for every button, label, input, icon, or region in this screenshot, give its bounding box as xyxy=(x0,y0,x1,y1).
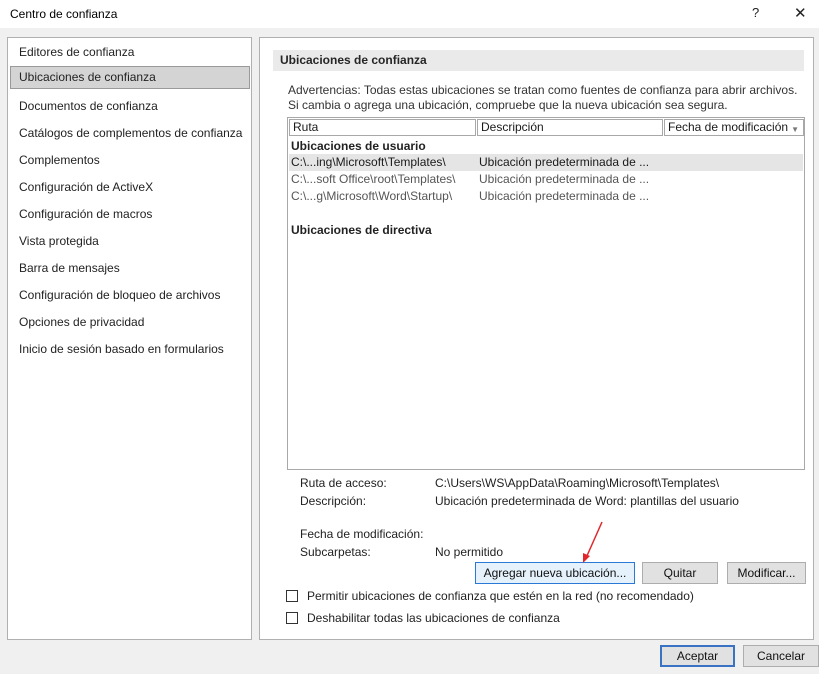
row-path: C:\...ing\Microsoft\Templates\ xyxy=(291,155,446,169)
row-path: C:\...g\Microsoft\Word\Startup\ xyxy=(291,189,453,203)
remove-button[interactable]: Quitar xyxy=(642,562,718,584)
sidebar-item-privacidad[interactable]: Opciones de privacidad xyxy=(19,315,144,329)
modified-label: Fecha de modificación: xyxy=(300,527,424,541)
description-value: Ubicación predeterminada de Word: planti… xyxy=(435,494,739,508)
help-icon[interactable]: ? xyxy=(752,5,759,20)
group-user-locations: Ubicaciones de usuario xyxy=(291,139,426,153)
row-description: Ubicación predeterminada de ... xyxy=(479,189,650,203)
sidebar-item-inicio-sesion[interactable]: Inicio de sesión basado en formularios xyxy=(19,342,224,356)
list-item[interactable]: C:\...ing\Microsoft\Templates\ Ubicación… xyxy=(289,154,803,171)
window-title: Centro de confianza xyxy=(10,7,118,21)
locations-list[interactable]: Ruta Descripción Fecha de modificación ▼… xyxy=(287,117,805,470)
disable-all-checkbox[interactable] xyxy=(286,612,298,624)
sidebar-item-bloqueo-archivos[interactable]: Configuración de bloqueo de archivos xyxy=(19,288,220,302)
sidebar-item-macros[interactable]: Configuración de macros xyxy=(19,207,152,221)
main-panel: Ubicaciones de confianza Advertencias: T… xyxy=(259,37,814,640)
sidebar-item-ubicaciones[interactable]: Ubicaciones de confianza xyxy=(10,66,250,89)
row-path: C:\...soft Office\root\Templates\ xyxy=(291,172,456,186)
sidebar: Editores de confianza Ubicaciones de con… xyxy=(7,37,252,640)
ok-button[interactable]: Aceptar xyxy=(660,645,735,667)
subfolders-value: No permitido xyxy=(435,545,504,559)
column-header-fecha[interactable]: Fecha de modificación ▼ xyxy=(664,119,804,136)
sidebar-item-activex[interactable]: Configuración de ActiveX xyxy=(19,180,153,194)
sidebar-item-barra-mensajes[interactable]: Barra de mensajes xyxy=(19,261,120,275)
sidebar-item-documentos[interactable]: Documentos de confianza xyxy=(19,99,158,113)
sidebar-item-catalogos[interactable]: Catálogos de complementos de confianza xyxy=(19,126,242,140)
add-location-button[interactable]: Agregar nueva ubicación... xyxy=(475,562,635,584)
sort-arrow-icon: ▼ xyxy=(791,125,799,134)
path-value: C:\Users\WS\AppData\Roaming\Microsoft\Te… xyxy=(435,476,720,490)
list-item[interactable]: C:\...g\Microsoft\Word\Startup\ Ubicació… xyxy=(289,188,803,205)
column-header-descripcion[interactable]: Descripción xyxy=(477,119,663,136)
description-label: Descripción: xyxy=(300,494,367,508)
sidebar-item-complementos[interactable]: Complementos xyxy=(19,153,100,167)
list-item[interactable]: C:\...soft Office\root\Templates\ Ubicac… xyxy=(289,171,803,188)
network-locations-checkbox[interactable] xyxy=(286,590,298,602)
column-header-fecha-label: Fecha de modificación xyxy=(668,120,789,134)
sidebar-item-vista-protegida[interactable]: Vista protegida xyxy=(19,234,99,248)
row-description: Ubicación predeterminada de ... xyxy=(479,155,650,169)
modify-button[interactable]: Modificar... xyxy=(727,562,806,584)
cancel-button[interactable]: Cancelar xyxy=(743,645,819,667)
title-bar: Centro de confianza ? ✕ xyxy=(0,0,819,28)
subfolders-label: Subcarpetas: xyxy=(300,545,371,559)
path-label: Ruta de acceso: xyxy=(300,476,387,490)
close-icon[interactable]: ✕ xyxy=(794,4,807,22)
network-locations-label[interactable]: Permitir ubicaciones de confianza que es… xyxy=(307,589,694,603)
column-header-ruta[interactable]: Ruta xyxy=(289,119,476,136)
sidebar-item-editores[interactable]: Editores de confianza xyxy=(19,45,134,59)
group-policy-locations: Ubicaciones de directiva xyxy=(291,223,432,237)
disable-all-label[interactable]: Deshabilitar todas las ubicaciones de co… xyxy=(307,611,560,625)
row-description: Ubicación predeterminada de ... xyxy=(479,172,650,186)
section-title: Ubicaciones de confianza xyxy=(273,50,804,71)
warning-text: Advertencias: Todas estas ubicaciones se… xyxy=(288,83,798,112)
